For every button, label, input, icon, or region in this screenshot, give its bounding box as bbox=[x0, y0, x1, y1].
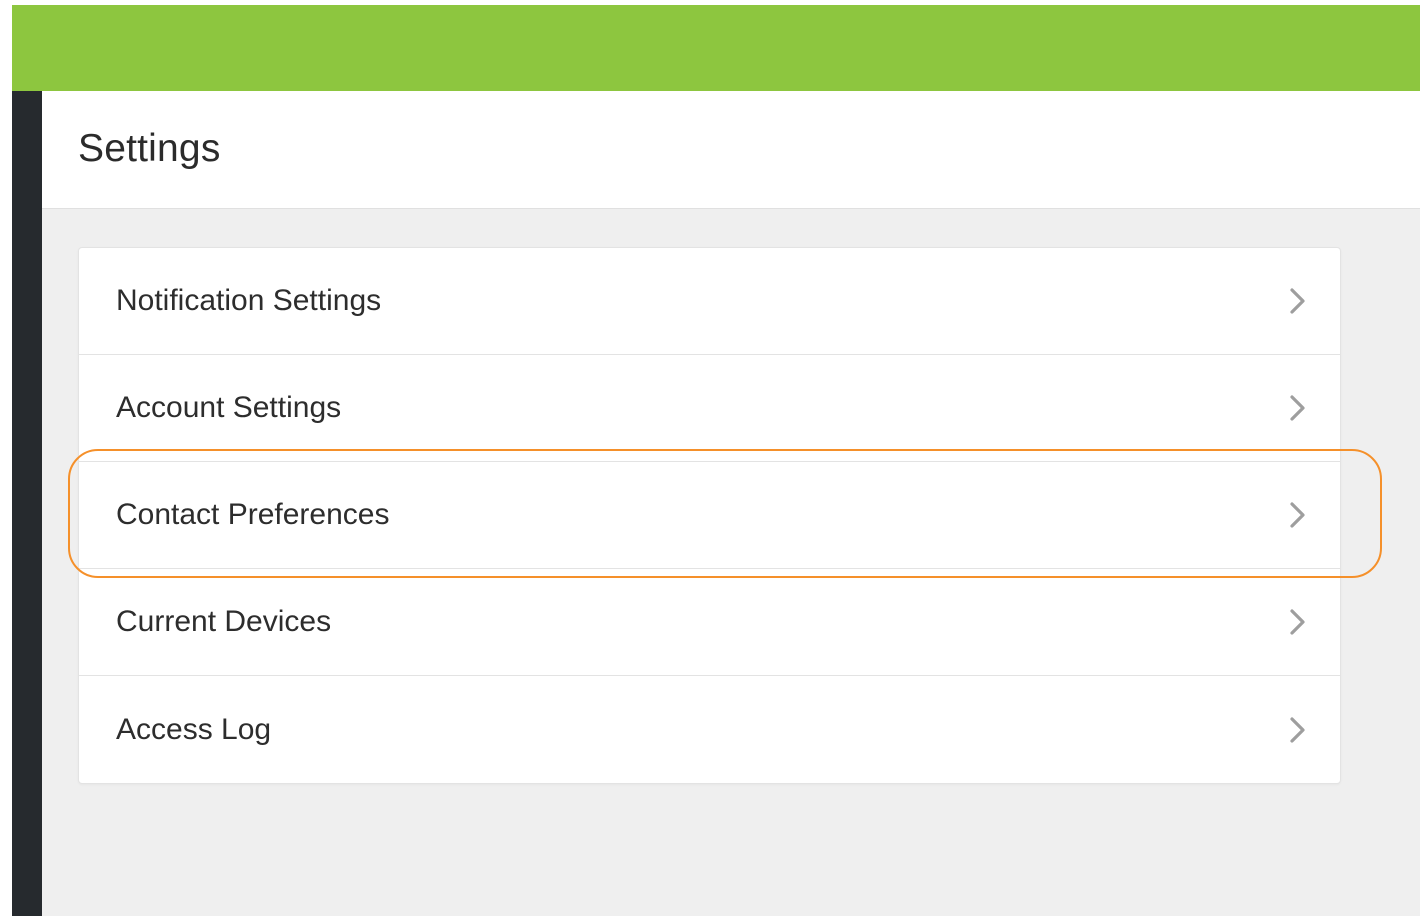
page-header: Settings bbox=[42, 91, 1420, 209]
settings-item-current-devices[interactable]: Current Devices bbox=[79, 569, 1340, 676]
settings-item-notification-settings[interactable]: Notification Settings bbox=[79, 248, 1340, 355]
top-app-bar bbox=[12, 5, 1420, 91]
settings-item-label: Account Settings bbox=[116, 391, 342, 424]
settings-item-label: Current Devices bbox=[116, 605, 332, 638]
chevron-right-icon bbox=[1284, 500, 1310, 530]
settings-item-label: Notification Settings bbox=[116, 284, 382, 317]
settings-item-label: Contact Preferences bbox=[116, 498, 390, 531]
page-title: Settings bbox=[78, 127, 221, 170]
chevron-right-icon bbox=[1284, 286, 1310, 316]
content-area: Notification Settings Account Settings C… bbox=[42, 209, 1420, 916]
chevron-right-icon bbox=[1284, 715, 1310, 745]
chevron-right-icon bbox=[1284, 393, 1310, 423]
settings-item-contact-preferences[interactable]: Contact Preferences bbox=[79, 462, 1340, 569]
sidebar bbox=[12, 91, 42, 916]
settings-item-access-log[interactable]: Access Log bbox=[79, 676, 1340, 783]
settings-item-account-settings[interactable]: Account Settings bbox=[79, 355, 1340, 462]
settings-item-label: Access Log bbox=[116, 712, 272, 746]
chevron-right-icon bbox=[1284, 607, 1310, 637]
settings-list: Notification Settings Account Settings C… bbox=[78, 247, 1341, 784]
